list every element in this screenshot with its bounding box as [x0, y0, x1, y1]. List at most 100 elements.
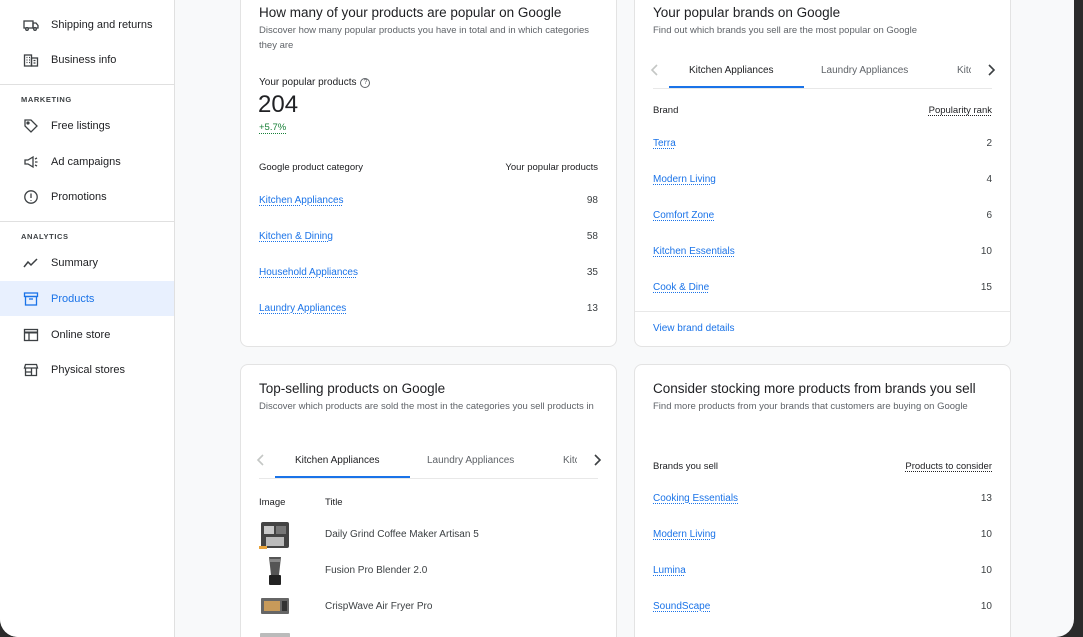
- sidebar-item-business-info[interactable]: Business info: [0, 42, 174, 77]
- product-image-partial: [260, 633, 290, 637]
- category-link[interactable]: Kitchen & Dining: [259, 231, 333, 242]
- row-value: 10: [980, 601, 992, 612]
- card-subtitle: Find out which brands you sell are the m…: [653, 25, 918, 36]
- brand-link[interactable]: SoundScape: [653, 601, 710, 612]
- row-value: 10: [980, 529, 992, 540]
- row-value: 6: [986, 210, 992, 221]
- row-value: 35: [586, 267, 598, 278]
- table-header: Brands you sell Products to consider: [653, 461, 992, 472]
- column-header: Brands you sell: [653, 461, 718, 472]
- card-subtitle: Discover how many popular products you h…: [259, 25, 590, 51]
- table-header: Google product category Your popular pro…: [259, 162, 598, 173]
- tab-kitchen-appliances[interactable]: Kitchen Appliances: [295, 443, 380, 477]
- sidebar-item-summary[interactable]: Summary: [0, 245, 174, 280]
- sidebar-item-shipping-and-returns[interactable]: Shipping and returns: [0, 7, 174, 42]
- tab-laundry-appliances[interactable]: Laundry Appliances: [427, 443, 514, 477]
- row-value: 4: [986, 174, 992, 185]
- chevron-left-icon[interactable]: [647, 62, 663, 78]
- air-fryer-image: [260, 597, 290, 615]
- sidebar-divider: [0, 84, 174, 85]
- chevron-left-icon[interactable]: [253, 452, 269, 468]
- view-brand-details-link[interactable]: View brand details: [653, 323, 735, 334]
- brand-link[interactable]: Modern Living: [653, 174, 716, 185]
- archive-icon: [22, 290, 40, 308]
- popular-products-card: How many of your products are popular on…: [240, 0, 617, 347]
- trend-icon: [22, 254, 40, 272]
- top-selling-card: Top-selling products on Google Discover …: [240, 364, 617, 637]
- tab-laundry-appliances[interactable]: Laundry Appliances: [821, 53, 908, 87]
- help-icon[interactable]: ?: [360, 77, 371, 88]
- megaphone-icon: [22, 153, 40, 171]
- sidebar-item-products[interactable]: Products: [0, 281, 174, 316]
- metric-label: Your popular products: [259, 77, 357, 88]
- tab-kitchen-appliances[interactable]: Kitchen Appliances: [689, 53, 774, 87]
- brand-link[interactable]: Kitchen Essentials: [653, 246, 735, 257]
- sidebar-item-physical-stores[interactable]: Physical stores: [0, 352, 174, 387]
- truck-icon: [22, 16, 40, 34]
- brand-category-tabs: Kitchen Appliances Laundry Appliances Ki…: [650, 53, 996, 89]
- sidebar-item-label: Online store: [51, 328, 111, 341]
- row-value: 2: [986, 138, 992, 149]
- row-value: 13: [980, 493, 992, 504]
- table-row: Household Appliances 35: [259, 267, 598, 278]
- sidebar-item-label: Business info: [51, 53, 117, 66]
- coffee-maker-image: [259, 520, 291, 550]
- sidebar-item-label: Products: [51, 292, 95, 305]
- card-divider: [635, 311, 1010, 312]
- card-title: Consider stocking more products from bra…: [653, 381, 976, 396]
- chevron-right-icon[interactable]: [983, 62, 999, 78]
- metric-label-group: Your popular products ?: [259, 77, 371, 88]
- browser-icon: [22, 326, 40, 344]
- brand-link[interactable]: Cook & Dine: [653, 282, 709, 293]
- product-title: Daily Grind Coffee Maker Artisan 5: [325, 529, 479, 540]
- sidebar-divider: [0, 221, 174, 222]
- card-title: Top-selling products on Google: [259, 381, 446, 396]
- sidebar-item-label: Ad campaigns: [51, 155, 121, 168]
- brand-link[interactable]: Terra: [653, 138, 676, 149]
- sidebar: Shipping and returns Business info MARKE…: [0, 0, 175, 637]
- top-selling-category-tabs: Kitchen Appliances Laundry Appliances Ki…: [256, 443, 602, 479]
- column-header: Title: [325, 497, 343, 508]
- column-header: Brand: [653, 105, 679, 116]
- brand-link[interactable]: Comfort Zone: [653, 210, 714, 221]
- column-header: Image: [259, 497, 286, 508]
- column-header: Popularity rank: [928, 105, 992, 116]
- table-header: Brand Popularity rank: [653, 105, 992, 116]
- column-header: Products to consider: [905, 461, 992, 472]
- sidebar-item-free-listings[interactable]: Free listings: [0, 108, 174, 143]
- sidebar-item-ad-campaigns[interactable]: Ad campaigns: [0, 144, 174, 179]
- product-title: Fusion Pro Blender 2.0: [325, 565, 428, 576]
- brand-link[interactable]: Lumina: [653, 565, 686, 576]
- table-row: Cook & Dine 15: [653, 282, 992, 293]
- category-link[interactable]: Household Appliances: [259, 267, 358, 278]
- card-subtitle: Find more products from your brands that…: [653, 401, 968, 412]
- row-value: 58: [586, 231, 598, 242]
- row-value: 15: [980, 282, 992, 293]
- sidebar-item-label: Physical stores: [51, 363, 125, 376]
- table-row: Laundry Appliances 13: [259, 303, 598, 314]
- chevron-right-icon[interactable]: [589, 452, 605, 468]
- column-header: Your popular products: [505, 162, 598, 173]
- table-row: Modern Living 10: [653, 529, 992, 540]
- tab-truncated[interactable]: Kitc: [957, 53, 971, 87]
- sidebar-item-online-store[interactable]: Online store: [0, 317, 174, 352]
- table-row: Comfort Zone 6: [653, 210, 992, 221]
- category-link[interactable]: Laundry Appliances: [259, 303, 346, 314]
- consider-stocking-card: Consider stocking more products from bra…: [634, 364, 1011, 637]
- table-row: Cooking Essentials 13: [653, 493, 992, 504]
- marketing-section-label: MARKETING: [21, 95, 72, 104]
- promotion-icon: [22, 188, 40, 206]
- analytics-section-label: ANALYTICS: [21, 232, 69, 241]
- brand-link[interactable]: Modern Living: [653, 529, 716, 540]
- tag-icon: [22, 117, 40, 135]
- table-row: Kitchen & Dining 58: [259, 231, 598, 242]
- category-link[interactable]: Kitchen Appliances: [259, 195, 344, 206]
- row-value: 13: [586, 303, 598, 314]
- table-row: Kitchen Essentials 10: [653, 246, 992, 257]
- active-tab-indicator: [275, 476, 410, 478]
- sidebar-item-promotions[interactable]: Promotions: [0, 179, 174, 214]
- blender-image: [265, 555, 285, 587]
- tab-truncated[interactable]: Kitc: [563, 443, 577, 477]
- brand-link[interactable]: Cooking Essentials: [653, 493, 738, 504]
- app-frame: Shipping and returns Business info MARKE…: [0, 0, 1074, 637]
